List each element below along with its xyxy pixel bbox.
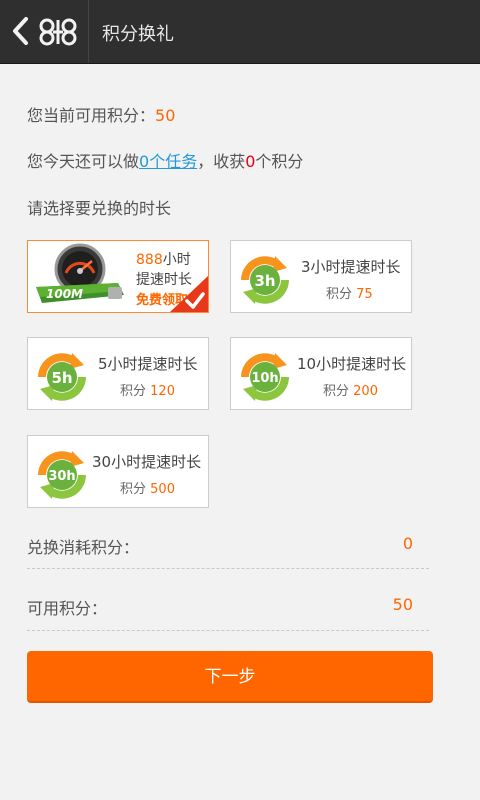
task-middle: ，收获 (197, 152, 246, 171)
option-card-30h[interactable]: 30h 30小时提速时长 积分 500 (27, 435, 209, 508)
cost-value: 0 (402, 534, 413, 553)
option-30h-points: 积分 500 (120, 482, 175, 497)
badge-100m: 100M (46, 287, 83, 301)
option-30h-title: 30小时提速时长 (92, 453, 202, 471)
svg-text:3h: 3h (254, 272, 275, 290)
points-info: 您当前可用积分：50 (27, 102, 175, 126)
option-card-5h[interactable]: 5h 5小时提速时长 积分 120 (27, 337, 209, 410)
top-bar: 积分换礼 (0, 0, 480, 64)
refresh-5h-icon: 5h (38, 353, 86, 401)
option-card-3h[interactable]: 3h 3小时提速时长 积分 75 (230, 240, 412, 313)
page-title: 积分换礼 (102, 24, 174, 45)
option-10h-title: 10小时提速时长 (297, 355, 407, 373)
divider-dashed (27, 630, 429, 631)
back-button[interactable] (0, 0, 88, 63)
unicom-logo-icon (39, 18, 77, 46)
task-suffix: 个积分 (255, 152, 304, 171)
option-10h-points: 积分 200 (323, 384, 378, 399)
selected-check-icon (170, 276, 208, 312)
option-card-888h[interactable]: 100M 888小时 提速时长 免费领取 (27, 240, 209, 313)
option-888-hours: 888 (136, 252, 163, 268)
refresh-30h-icon: 30h (38, 451, 86, 499)
select-prompt: 请选择要兑换的时长 (27, 199, 172, 218)
option-card-10h[interactable]: 10h 10小时提速时长 积分 200 (230, 337, 412, 410)
available-row: 可用积分： 50 (27, 595, 429, 619)
points-label: 您当前可用积分： (27, 106, 156, 125)
task-prefix: 您今天还可以做 (27, 152, 140, 171)
option-3h-title: 3小时提速时长 (301, 258, 401, 276)
cost-row: 兑换消耗积分： 0 (27, 534, 429, 558)
task-link[interactable]: 0个任务 (139, 152, 197, 171)
option-5h-title: 5小时提速时长 (98, 355, 198, 373)
refresh-3h-icon: 3h (241, 256, 289, 304)
available-label: 可用积分： (27, 599, 108, 618)
divider-dashed (27, 568, 429, 569)
refresh-10h-icon: 10h (241, 353, 289, 401)
task-info: 您今天还可以做0个任务，收获0个积分 (27, 148, 303, 172)
task-count: 0 (245, 152, 256, 171)
option-888-unit: 小时 (162, 252, 191, 268)
svg-text:30h: 30h (48, 469, 75, 484)
option-3h-points: 积分 75 (326, 287, 373, 302)
svg-text:10h: 10h (251, 371, 278, 386)
points-value: 50 (155, 106, 176, 125)
option-5h-points: 积分 120 (120, 384, 175, 399)
cost-label: 兑换消耗积分： (27, 538, 140, 557)
svg-text:5h: 5h (51, 369, 72, 387)
speedometer-badge-icon: 100M (36, 243, 124, 303)
next-button[interactable]: 下一步 (27, 651, 433, 703)
available-value: 50 (392, 595, 413, 614)
back-arrow-icon (13, 17, 28, 45)
header-divider (88, 0, 89, 63)
